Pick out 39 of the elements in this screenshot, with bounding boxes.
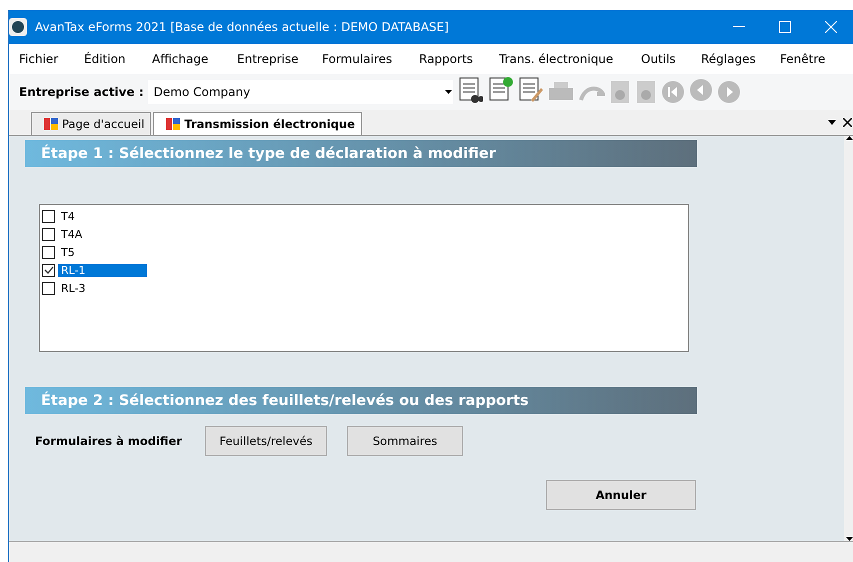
form-icon <box>44 118 58 130</box>
menu-item[interactable]: Formulaires <box>322 52 419 66</box>
caret-icon[interactable] <box>444 90 453 94</box>
cancel-button[interactable]: Annuler <box>546 480 696 510</box>
checkbox[interactable] <box>42 210 55 222</box>
menu-item[interactable]: Affichage <box>152 52 237 66</box>
checkbox[interactable] <box>42 282 55 294</box>
checkbox[interactable] <box>42 246 55 258</box>
step-heading: Étape 1 : Sélectionnez le type de déclaration à modifier <box>25 140 697 167</box>
dropdown-icon[interactable] <box>828 120 836 125</box>
scrollbar[interactable] <box>844 136 853 541</box>
menu-item[interactable]: Fenêtre <box>780 52 840 66</box>
maximize-icon[interactable] <box>779 21 791 33</box>
checkbox[interactable] <box>42 264 55 276</box>
form-icon <box>166 118 180 130</box>
window-title: AvanTax eForms 2021 [Base de données actuelle : DEMO DATABASE] <box>35 20 450 34</box>
menu-item[interactable]: Trans. électronique <box>499 52 641 66</box>
menu-item[interactable]: Réglages <box>701 52 780 66</box>
menu-item[interactable]: Rapports <box>419 52 499 66</box>
form-button[interactable]: Sommaires <box>347 426 463 456</box>
step-heading: Étape 2 : Sélectionnez des feuillets/relevés ou des rapports <box>25 387 697 414</box>
list-item[interactable]: T5 <box>58 246 147 258</box>
form-button[interactable]: Feuillets/relevés <box>205 426 327 456</box>
tab[interactable]: Page d'accueil <box>31 112 152 135</box>
menu-item[interactable]: Fichier <box>19 52 84 66</box>
list-item[interactable]: RL-1 <box>58 264 147 276</box>
tab[interactable]: Transmission électronique <box>153 112 362 135</box>
menu-item[interactable]: Entreprise <box>237 52 322 66</box>
list-item[interactable]: T4A <box>58 228 147 240</box>
close-icon[interactable] <box>843 118 852 127</box>
checkbox[interactable] <box>42 228 55 240</box>
active-company-label: Entreprise active : <box>19 85 144 99</box>
forms-label: Formulaires à modifier <box>35 434 183 448</box>
menu-item[interactable]: Outils <box>641 52 701 66</box>
minimize-icon[interactable] <box>733 26 745 28</box>
list-item[interactable]: RL-3 <box>58 282 147 294</box>
company-dropdown[interactable]: Demo Company <box>148 80 453 104</box>
list-item[interactable]: T4 <box>58 210 147 222</box>
menu-item[interactable]: Édition <box>84 52 152 66</box>
